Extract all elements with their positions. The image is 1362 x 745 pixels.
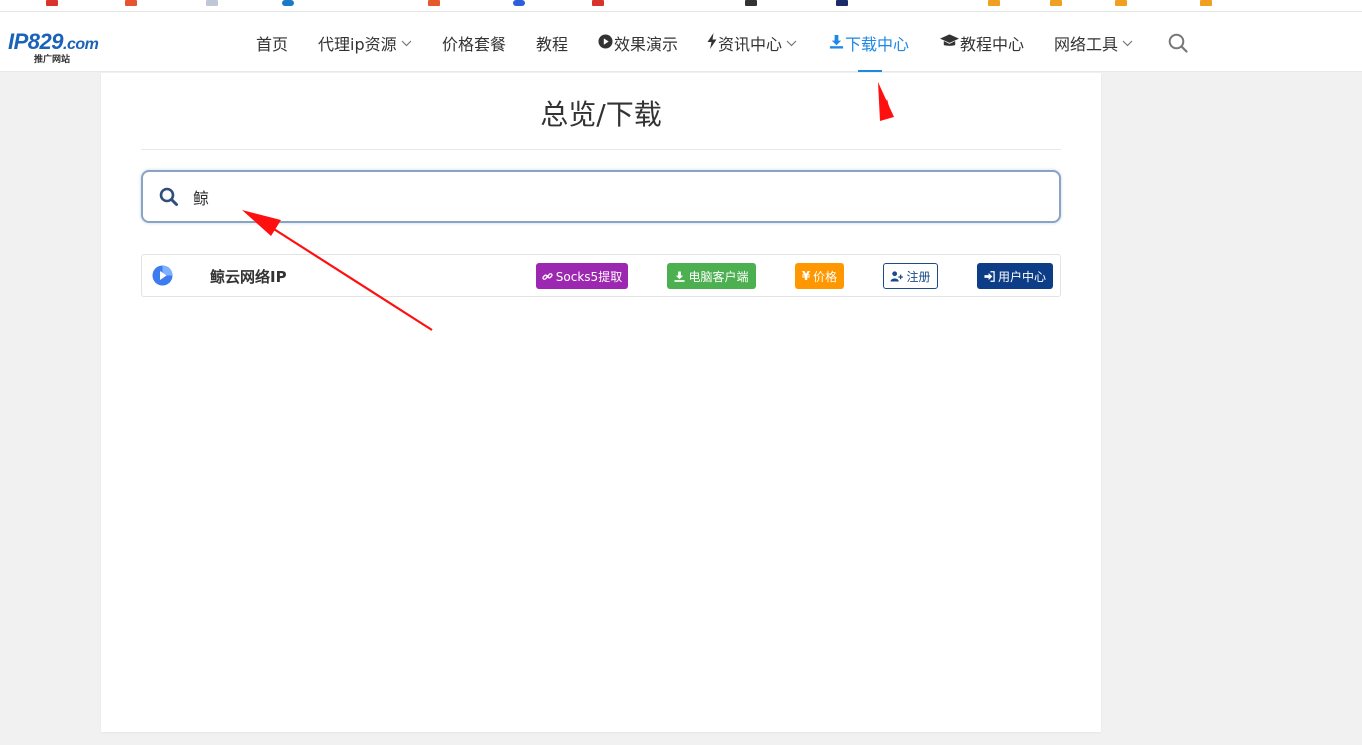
active-nav-indicator: [858, 70, 882, 72]
button-label: 注册: [906, 269, 931, 284]
nav-item-tutorial[interactable]: 教程: [536, 32, 568, 54]
bookmark-favicon[interactable]: [1200, 0, 1212, 6]
user-plus-icon: [891, 270, 904, 282]
nav-item-tutorial-center[interactable]: 教程中心: [940, 32, 1024, 54]
bookmark-favicon[interactable]: [592, 0, 604, 6]
button-label: Socks5提取: [555, 269, 623, 284]
nav-label: 下载中心: [845, 35, 910, 54]
nav-label: 首页: [256, 35, 289, 54]
bookmark-favicon[interactable]: [513, 0, 525, 6]
button-label: 价格: [813, 269, 838, 284]
nav-item-pricing[interactable]: 价格套餐: [442, 32, 506, 54]
download-overview-card: 总览/下载 鲸云网络IP Socks5提取 电脑客户端 ¥ 价格 注册: [101, 73, 1101, 732]
yen-icon: ¥: [801, 269, 811, 283]
nav-item-home[interactable]: 首页: [256, 32, 288, 54]
nav-label: 教程: [536, 35, 569, 54]
bookmark-favicon[interactable]: [206, 0, 218, 6]
price-button[interactable]: ¥ 价格: [795, 263, 844, 289]
search-box[interactable]: [141, 170, 1061, 223]
search-icon: [159, 187, 179, 207]
search-input[interactable]: [193, 182, 1033, 212]
socks5-extract-button[interactable]: Socks5提取: [536, 263, 628, 289]
provider-logo-icon: [152, 265, 173, 286]
site-header: IP829.com 推广网站 首页 代理ip资源 价格套餐 教程 效果演示 资讯…: [0, 12, 1362, 72]
graduation-cap-icon: [940, 34, 959, 52]
sign-in-icon: [984, 270, 995, 282]
browser-bookmark-strip: [0, 0, 1362, 12]
nav-label: 效果演示: [614, 35, 679, 54]
nav-label: 教程中心: [960, 35, 1025, 54]
register-button[interactable]: 注册: [883, 263, 938, 289]
search-icon[interactable]: [1168, 33, 1188, 53]
bookmark-favicon[interactable]: [1115, 0, 1127, 6]
bookmark-favicon[interactable]: [428, 0, 440, 6]
nav-item-demo[interactable]: 效果演示: [598, 32, 678, 54]
bookmark-favicon[interactable]: [988, 0, 1000, 6]
desktop-client-button[interactable]: 电脑客户端: [667, 263, 756, 289]
bookmark-favicon[interactable]: [46, 0, 58, 6]
user-center-button[interactable]: 用户中心: [977, 263, 1053, 289]
nav-item-downloads[interactable]: 下载中心: [829, 32, 909, 54]
title-divider: [141, 149, 1061, 150]
nav-item-news[interactable]: 资讯中心: [707, 32, 797, 54]
provider-name[interactable]: 鲸云网络IP: [210, 266, 287, 287]
bookmark-favicon[interactable]: [1050, 0, 1062, 6]
main-nav: 首页 代理ip资源 价格套餐 教程 效果演示 资讯中心 下载中心 教程中心 网络…: [0, 12, 1362, 72]
download-icon: [674, 270, 686, 282]
bookmark-favicon[interactable]: [745, 0, 757, 6]
bolt-icon: [707, 33, 717, 53]
bookmark-favicon[interactable]: [836, 0, 848, 6]
download-icon: [829, 34, 844, 53]
nav-label: 代理ip资源: [318, 35, 397, 54]
button-label: 电脑客户端: [688, 269, 749, 284]
button-label: 用户中心: [997, 269, 1046, 284]
nav-item-network-tools[interactable]: 网络工具: [1054, 32, 1133, 54]
chevron-down-icon: [401, 37, 412, 50]
link-icon: [542, 272, 553, 280]
chevron-down-icon: [786, 37, 797, 50]
nav-label: 网络工具: [1054, 35, 1119, 54]
chevron-down-icon: [1122, 37, 1133, 50]
nav-label: 价格套餐: [442, 35, 507, 54]
nav-label: 资讯中心: [718, 35, 783, 54]
page-title: 总览/下载: [540, 98, 662, 131]
bookmark-favicon[interactable]: [125, 0, 137, 6]
nav-item-proxy-resources[interactable]: 代理ip资源: [318, 32, 412, 54]
result-row: 鲸云网络IP Socks5提取 电脑客户端 ¥ 价格 注册 用户中心: [141, 254, 1061, 297]
play-circle-icon: [598, 33, 613, 53]
bookmark-favicon[interactable]: [282, 0, 294, 6]
